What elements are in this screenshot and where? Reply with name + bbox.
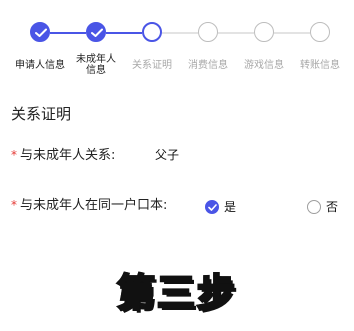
relation-value[interactable]: 父子 [155,145,179,165]
household-no-radio[interactable]: 否 [307,197,347,217]
step-6-label: 转账信息 [300,60,340,71]
step-connector [50,32,86,34]
step-connector [274,32,310,34]
section-title: 关系证明 [11,105,72,123]
household-row: * 与未成年人在同一户口本: [11,195,201,215]
step-connector [218,32,254,34]
step-connector [106,32,142,34]
required-mark: * [11,198,17,212]
household-yes-label: 是 [224,200,237,214]
radio-unchecked-icon [307,200,321,214]
step-3-label: 关系证明 [132,60,172,71]
step-2-label: 未成年人 信息 [76,54,116,76]
step-1-label: 申请人信息 [15,60,65,71]
step-3-current-icon[interactable] [142,22,162,42]
step-4-pending-icon [198,22,218,42]
relation-row: * 与未成年人关系: 父子 [11,145,341,165]
step-5-label: 游戏信息 [244,60,284,71]
step-1-check-icon[interactable] [30,22,50,42]
relation-label: 与未成年人关系: [20,148,116,163]
step-6-pending-icon [310,22,330,42]
radio-checked-icon [205,200,219,214]
step-4-label: 消费信息 [188,60,228,71]
progress-stepper: 申请人信息 未成年人 信息 关系证明 消费信息 游戏信息 转账信息 [0,0,354,90]
household-no-label: 否 [326,200,339,214]
step-5-pending-icon [254,22,274,42]
step-connector [162,32,198,34]
required-mark: * [11,148,17,162]
household-label: 与未成年人在同一户口本: [20,198,168,213]
step-2-check-icon[interactable] [86,22,106,42]
household-yes-radio[interactable]: 是 [205,197,245,217]
step-caption: 第三步 [116,270,237,317]
